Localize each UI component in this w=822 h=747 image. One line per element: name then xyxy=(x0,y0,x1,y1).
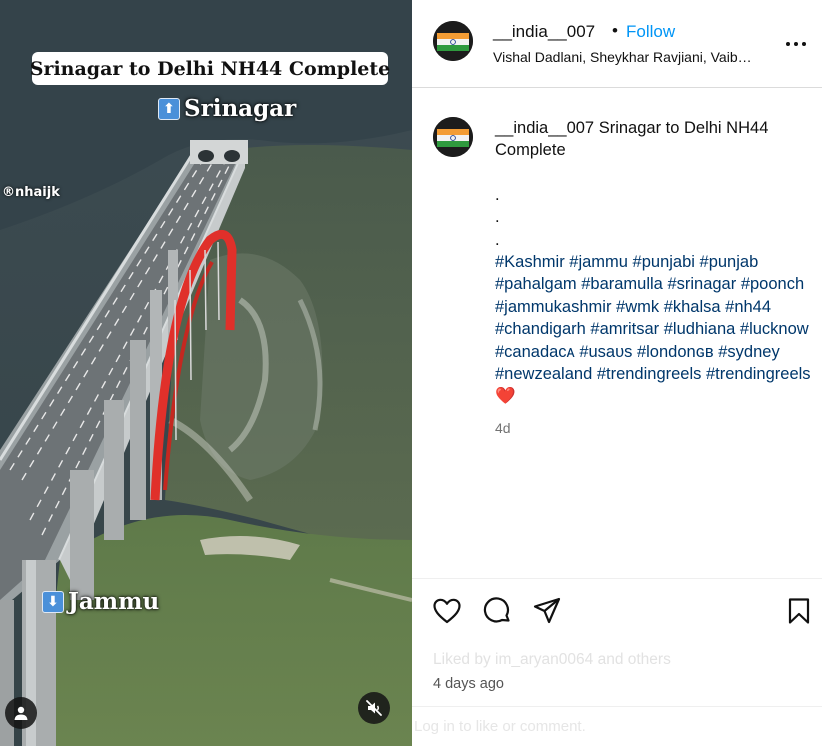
caption-dot: . xyxy=(495,208,500,227)
video-title-banner: Srinagar to Delhi NH44 Complete xyxy=(30,52,390,85)
header-separator-dot: • xyxy=(612,21,618,40)
caption-dot: . xyxy=(495,230,500,249)
post-details-panel: __india__007 • Follow Vishal Dadlani, Sh… xyxy=(412,0,822,746)
arrow-down-icon: ⬇ xyxy=(42,590,64,613)
india-flag-avatar-icon xyxy=(433,117,473,157)
header-username[interactable]: __india__007 xyxy=(493,22,595,42)
caption-dots: . . . xyxy=(495,184,811,251)
comment-icon[interactable] xyxy=(482,596,512,626)
login-prompt[interactable]: Log in to like or comment. xyxy=(414,718,586,735)
mute-button[interactable] xyxy=(358,692,390,724)
user-tag-icon xyxy=(14,706,28,720)
post-time-ago[interactable]: 4 days ago xyxy=(433,676,504,692)
liked-by-text[interactable]: Liked by im_aryan0064 and others xyxy=(433,651,671,669)
heart-emoji: ❤️ xyxy=(495,387,516,406)
more-options-icon[interactable] xyxy=(784,32,808,56)
login-prompt-bar: Log in to like or comment. xyxy=(412,706,822,747)
post-caption: __india__007 Srinagar to Delhi NH44 Comp… xyxy=(495,117,811,408)
caption-hashtags[interactable]: #Kashmir #jammu #punjabi #punjab #pahalg… xyxy=(495,253,811,383)
india-flag-avatar-icon xyxy=(433,21,473,61)
jammu-label: ⬇ Jammu xyxy=(42,588,159,615)
arrow-up-icon: ⬆ xyxy=(158,97,180,120)
like-heart-icon[interactable] xyxy=(432,596,462,626)
jammu-label-text: Jammu xyxy=(68,588,160,615)
video-watermark: ®nhaijk xyxy=(2,185,60,200)
mute-icon xyxy=(366,700,382,716)
srinagar-label-text: Srinagar xyxy=(184,95,297,122)
share-icon[interactable] xyxy=(532,596,562,626)
caption-avatar[interactable] xyxy=(433,117,473,157)
header-audio-credits[interactable]: Vishal Dadlani, Sheykhar Ravjiani, Vaib… xyxy=(493,49,752,65)
post-actions: Liked by im_aryan0064 and others 4 days … xyxy=(412,578,822,707)
caption-dot: . xyxy=(495,185,500,204)
caption-username[interactable]: __india__007 xyxy=(495,119,594,137)
post-media[interactable]: Srinagar to Delhi NH44 Complete ⬆ Srinag… xyxy=(0,0,412,746)
caption-timestamp[interactable]: 4d xyxy=(495,420,511,436)
avatar[interactable] xyxy=(433,21,473,61)
post-header: __india__007 • Follow Vishal Dadlani, Sh… xyxy=(412,0,822,88)
srinagar-label: ⬆ Srinagar xyxy=(158,95,296,122)
bookmark-icon[interactable] xyxy=(784,596,814,626)
tagged-users-button[interactable] xyxy=(5,697,37,729)
follow-button[interactable]: Follow xyxy=(626,22,675,42)
